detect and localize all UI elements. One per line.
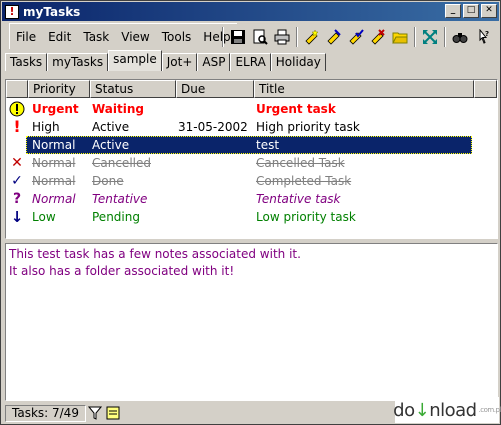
tab-holiday[interactable]: Holiday [270,53,326,71]
complete-task-icon[interactable] [345,26,367,48]
task-title: High priority task [256,120,360,134]
task-priority: Urgent [32,102,79,116]
notes-icon[interactable] [104,405,122,422]
column-header-priority[interactable]: Priority [28,80,90,98]
toolbar-separator [444,27,446,47]
task-row[interactable]: ? Normal Tentative Tentative task [6,190,497,208]
watermark-arrow-icon: ↓ [414,399,430,421]
task-priority: Normal [32,156,76,170]
task-title: Low priority task [256,210,356,224]
save-icon[interactable] [227,26,249,48]
app-window: ! myTasks _ □ ✕ File Edit Task View Tool… [0,0,501,425]
minimize-button[interactable]: _ [445,4,461,18]
notes-line: This test task has a few notes associate… [9,247,301,261]
task-status: Tentative [92,192,148,206]
folder-icon[interactable] [389,26,411,48]
tab-mytasks[interactable]: myTasks [47,53,109,71]
urgent-icon [9,101,25,117]
column-header-blank [474,80,497,98]
download-watermark: do ↓ nload .com.pl [393,397,501,423]
task-status: Active [92,120,130,134]
task-title: test [256,138,280,152]
tab-asp[interactable]: ASP [197,53,231,71]
tab-strip: Tasks myTasks sample Jot+ ASP ELRA Holid… [5,50,326,71]
task-title: Cancelled Task [256,156,345,170]
high-priority-icon: ! [13,117,21,136]
find-icon[interactable] [449,26,471,48]
task-title: Completed Task [256,174,352,188]
task-row[interactable]: ✕ Normal Cancelled Cancelled Task [6,154,497,172]
task-row[interactable]: ✓ Normal Done Completed Task [6,172,497,190]
column-header-icon[interactable] [6,80,28,98]
task-priority: Normal [32,174,76,188]
task-title: Urgent task [256,102,336,116]
tab-tasks[interactable]: Tasks [5,53,48,71]
close-button[interactable]: ✕ [481,4,497,18]
task-priority: High [32,120,60,134]
filter-icon[interactable] [86,405,104,422]
toolbar-separator [222,27,224,47]
cancel-task-icon[interactable] [367,26,389,48]
app-icon: ! [5,4,19,19]
task-list: Priority Status Due Title Urgent Waiting… [5,79,498,239]
task-priority: Normal [32,192,76,206]
title-bar[interactable]: ! myTasks _ □ ✕ [2,2,499,21]
task-priority: Normal [32,138,76,152]
notes-editor[interactable]: This test task has a few notes associate… [5,243,498,401]
low-priority-icon: ↓ [10,208,24,226]
menu-bar: File Edit Task View Tools Help [9,23,237,49]
toolbar: ? [219,25,493,49]
edit-task-icon[interactable] [323,26,345,48]
task-row[interactable]: ! High Active 31-05-2002 High priority t… [6,118,497,136]
notes-line: It also has a folder associated with it! [9,264,235,278]
task-status: Waiting [92,102,145,116]
new-task-icon[interactable] [301,26,323,48]
window-title: myTasks [23,4,81,19]
svg-text:?: ? [485,30,489,38]
column-header-status[interactable]: Status [90,80,176,98]
list-header: Priority Status Due Title [6,80,497,98]
menu-edit[interactable]: Edit [42,24,77,50]
expand-icon[interactable] [419,26,441,48]
done-icon: ✓ [11,173,23,189]
task-status: Done [92,174,124,188]
toolbar-separator [414,27,416,47]
column-header-due[interactable]: Due [176,80,254,98]
task-priority: Low [32,210,56,224]
tentative-icon: ? [12,191,22,207]
task-row[interactable]: Urgent Waiting Urgent task [6,100,497,118]
menu-file[interactable]: File [10,24,42,50]
column-header-title[interactable]: Title [254,80,474,98]
maximize-button[interactable]: □ [463,4,479,18]
task-due: 31-05-2002 [178,120,248,134]
task-status: Active [92,138,130,152]
tab-sample[interactable]: sample [108,50,162,71]
menu-task[interactable]: Task [77,24,115,50]
task-status: Pending [92,210,140,224]
task-count: Tasks: 7/49 [5,404,86,422]
cancelled-icon: ✕ [11,155,23,171]
print-preview-icon[interactable] [249,26,271,48]
task-row-selected[interactable]: Normal Active test [6,136,497,154]
tab-elra[interactable]: ELRA [230,53,271,71]
menu-tools[interactable]: Tools [156,24,198,50]
print-icon[interactable] [271,26,293,48]
task-row[interactable]: ↓ Low Pending Low priority task [6,208,497,226]
tab-jot-plus[interactable]: Jot+ [161,53,198,71]
menu-view[interactable]: View [115,24,155,50]
toolbar-separator [296,27,298,47]
task-status: Cancelled [92,156,151,170]
help-icon[interactable]: ? [471,26,493,48]
task-title: Tentative task [256,192,341,206]
